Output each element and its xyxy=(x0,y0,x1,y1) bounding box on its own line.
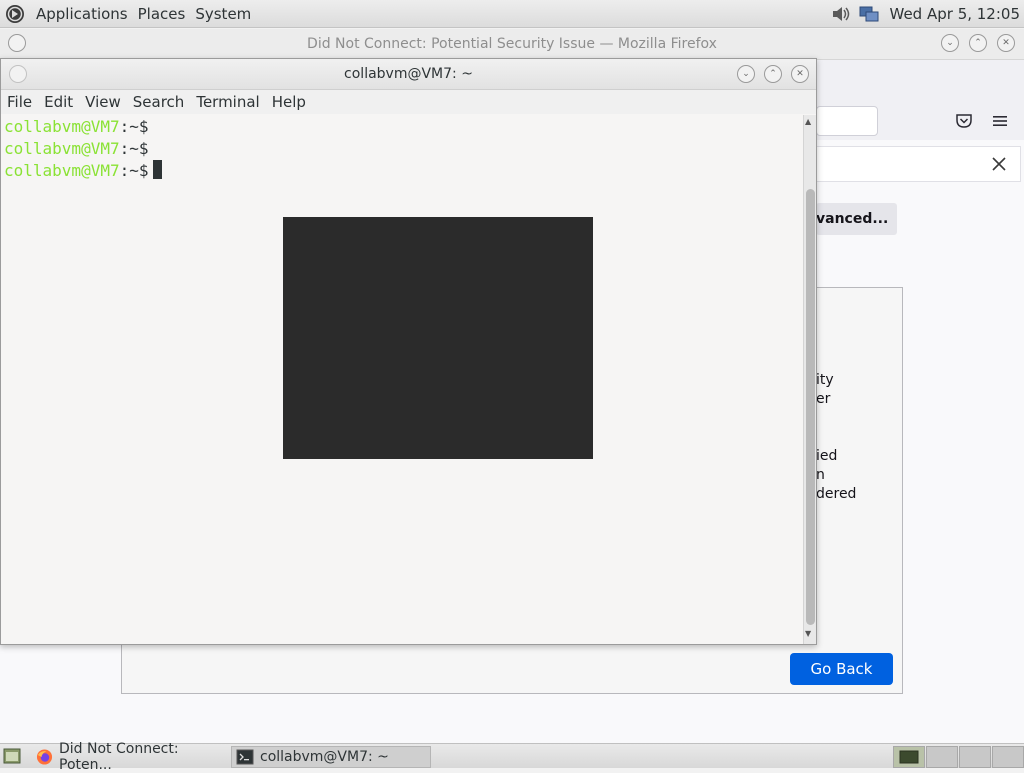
terminal-title: collabvm@VM7: ~ xyxy=(1,59,816,90)
prompt-line: collabvm@VM7:~$ xyxy=(4,139,149,158)
clock[interactable]: Wed Apr 5, 12:05 xyxy=(890,5,1021,23)
go-back-button[interactable]: Go Back xyxy=(790,653,893,685)
terminal-scrollbar[interactable]: ▲ ▼ xyxy=(803,115,816,644)
hamburger-menu-icon[interactable] xyxy=(992,114,1008,128)
menu-terminal[interactable]: Terminal xyxy=(190,93,265,111)
firefox-icon xyxy=(36,749,53,765)
firefox-title: Did Not Connect: Potential Security Issu… xyxy=(0,29,1024,60)
workspace-1[interactable] xyxy=(893,746,925,768)
dark-overlay-rect xyxy=(283,217,593,459)
terminal-window: collabvm@VM7: ~ ⌄ ⌃ ✕ File Edit View Sea… xyxy=(0,58,817,645)
menu-view[interactable]: View xyxy=(79,93,127,111)
menu-edit[interactable]: Edit xyxy=(38,93,79,111)
panel-text-line: n xyxy=(816,467,825,483)
taskbar-firefox[interactable]: Did Not Connect: Poten... xyxy=(32,741,230,773)
distro-logo-icon[interactable] xyxy=(5,4,25,24)
advanced-button[interactable]: vanced... xyxy=(816,203,897,235)
terminal-menubar: File Edit View Search Terminal Help xyxy=(1,90,816,114)
places-menu[interactable]: Places xyxy=(133,5,191,23)
taskbar-firefox-label: Did Not Connect: Poten... xyxy=(59,741,179,773)
menu-file[interactable]: File xyxy=(1,93,38,111)
notification-close-icon[interactable] xyxy=(992,157,1006,171)
show-desktop-icon[interactable] xyxy=(3,748,21,764)
window-menu-button[interactable] xyxy=(9,65,27,83)
pocket-icon[interactable] xyxy=(955,113,973,129)
terminal-output[interactable]: collabvm@VM7:~$ collabvm@VM7:~$ collabvm… xyxy=(1,115,803,644)
text-cursor xyxy=(152,160,162,179)
network-icon[interactable] xyxy=(858,4,880,24)
workspace-2[interactable] xyxy=(926,746,958,768)
url-bar[interactable] xyxy=(816,106,878,136)
panel-tray: Wed Apr 5, 12:05 xyxy=(830,0,1021,28)
scroll-up-icon[interactable]: ▲ xyxy=(805,117,811,126)
taskbar-terminal[interactable]: collabvm@VM7: ~ xyxy=(231,746,431,768)
panel-text-line: ity xyxy=(816,372,834,388)
panel-text-line: dered xyxy=(816,486,857,502)
close-icon[interactable]: ✕ xyxy=(997,34,1015,52)
terminal-icon xyxy=(236,749,254,765)
menu-search[interactable]: Search xyxy=(127,93,191,111)
prompt-line: collabvm@VM7:~$ xyxy=(4,117,149,136)
prompt-line: collabvm@VM7:~$ xyxy=(4,160,162,182)
workspace-thumbnail-icon xyxy=(899,750,919,764)
minimize-icon[interactable]: ⌄ xyxy=(737,65,755,83)
maximize-icon[interactable]: ⌃ xyxy=(764,65,782,83)
workspace-3[interactable] xyxy=(959,746,991,768)
menu-help[interactable]: Help xyxy=(266,93,312,111)
close-icon[interactable]: ✕ xyxy=(791,65,809,83)
notification-bar xyxy=(816,146,1021,182)
scroll-thumb[interactable] xyxy=(806,189,815,625)
window-menu-button[interactable] xyxy=(8,34,26,52)
panel-text-line: ied xyxy=(816,448,838,464)
workspace-4[interactable] xyxy=(992,746,1024,768)
scroll-down-icon[interactable]: ▼ xyxy=(805,629,811,638)
maximize-icon[interactable]: ⌃ xyxy=(969,34,987,52)
minimize-icon[interactable]: ⌄ xyxy=(941,34,959,52)
taskbar-terminal-label: collabvm@VM7: ~ xyxy=(260,749,389,765)
panel-text-line: er xyxy=(816,391,831,407)
top-panel: Applications Places System Wed Apr 5, 12… xyxy=(0,0,1024,28)
bottom-taskbar: Did Not Connect: Poten... collabvm@VM7: … xyxy=(0,741,1024,773)
applications-menu[interactable]: Applications xyxy=(31,5,133,23)
system-menu[interactable]: System xyxy=(190,5,256,23)
volume-icon[interactable] xyxy=(830,4,852,24)
